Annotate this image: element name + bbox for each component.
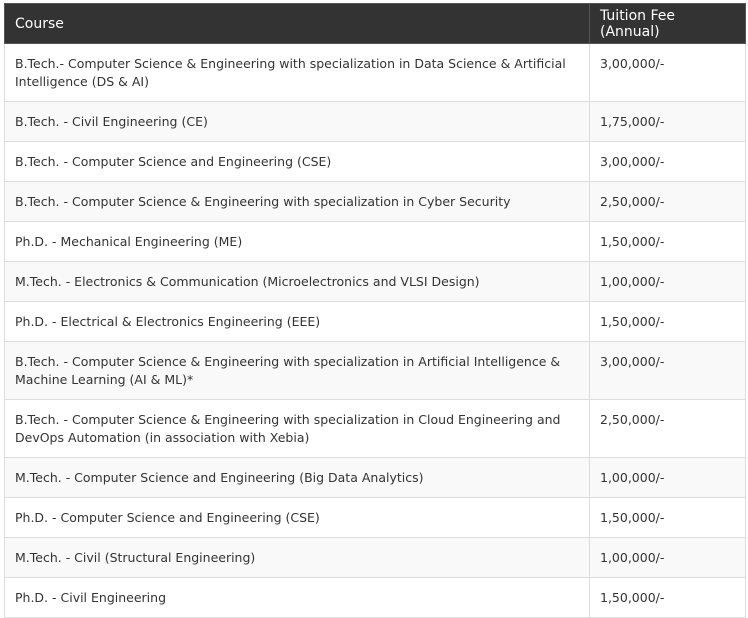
table-row: M.Tech. - Computer Science and Engineeri… xyxy=(4,457,746,498)
course-cell: B.Tech. - Computer Science & Engineering… xyxy=(4,341,590,400)
course-cell: B.Tech. - Civil Engineering (CE) xyxy=(4,101,590,142)
table-row: M.Tech. - Civil (Structural Engineering)… xyxy=(4,537,746,578)
table-body: B.Tech.- Computer Science & Engineering … xyxy=(4,43,746,618)
course-column-header: Course xyxy=(4,3,590,44)
fee-cell: 3,00,000/- xyxy=(589,141,746,182)
course-cell: Ph.D. - Mechanical Engineering (ME) xyxy=(4,221,590,262)
tuition-fee-table: Course Tuition Fee (Annual) B.Tech.- Com… xyxy=(4,3,746,618)
table-row: Ph.D. - Electrical & Electronics Enginee… xyxy=(4,301,746,342)
course-cell: B.Tech.- Computer Science & Engineering … xyxy=(4,43,590,102)
table-header: Course Tuition Fee (Annual) xyxy=(4,3,746,44)
table-row: Ph.D. - Civil Engineering 1,50,000/- xyxy=(4,577,746,618)
course-cell: Ph.D. - Electrical & Electronics Enginee… xyxy=(4,301,590,342)
fee-cell: 2,50,000/- xyxy=(589,181,746,222)
fee-cell: 3,00,000/- xyxy=(589,43,746,102)
table-row: Ph.D. - Mechanical Engineering (ME) 1,50… xyxy=(4,221,746,262)
course-cell: B.Tech. - Computer Science & Engineering… xyxy=(4,181,590,222)
table-row: B.Tech. - Computer Science and Engineeri… xyxy=(4,141,746,182)
fee-column-header: Tuition Fee (Annual) xyxy=(589,3,746,44)
table-row: B.Tech.- Computer Science & Engineering … xyxy=(4,43,746,102)
course-cell: M.Tech. - Civil (Structural Engineering) xyxy=(4,537,590,578)
table-row: B.Tech. - Computer Science & Engineering… xyxy=(4,399,746,458)
fee-cell: 1,50,000/- xyxy=(589,301,746,342)
fee-cell: 3,00,000/- xyxy=(589,341,746,400)
fee-cell: 2,50,000/- xyxy=(589,399,746,458)
table-row: B.Tech. - Computer Science & Engineering… xyxy=(4,341,746,400)
table-row: M.Tech. - Electronics & Communication (M… xyxy=(4,261,746,302)
table-row: Ph.D. - Computer Science and Engineering… xyxy=(4,497,746,538)
course-cell: M.Tech. - Computer Science and Engineeri… xyxy=(4,457,590,498)
fee-cell: 1,50,000/- xyxy=(589,221,746,262)
table-row: B.Tech. - Computer Science & Engineering… xyxy=(4,181,746,222)
fee-cell: 1,50,000/- xyxy=(589,497,746,538)
fee-cell: 1,00,000/- xyxy=(589,537,746,578)
course-cell: B.Tech. - Computer Science and Engineeri… xyxy=(4,141,590,182)
fee-cell: 1,50,000/- xyxy=(589,577,746,618)
course-cell: Ph.D. - Civil Engineering xyxy=(4,577,590,618)
course-cell: Ph.D. - Computer Science and Engineering… xyxy=(4,497,590,538)
fee-cell: 1,00,000/- xyxy=(589,457,746,498)
course-cell: B.Tech. - Computer Science & Engineering… xyxy=(4,399,590,458)
table-row: B.Tech. - Civil Engineering (CE) 1,75,00… xyxy=(4,101,746,142)
fee-cell: 1,75,000/- xyxy=(589,101,746,142)
course-cell: M.Tech. - Electronics & Communication (M… xyxy=(4,261,590,302)
fee-cell: 1,00,000/- xyxy=(589,261,746,302)
header-row: Course Tuition Fee (Annual) xyxy=(4,3,746,44)
